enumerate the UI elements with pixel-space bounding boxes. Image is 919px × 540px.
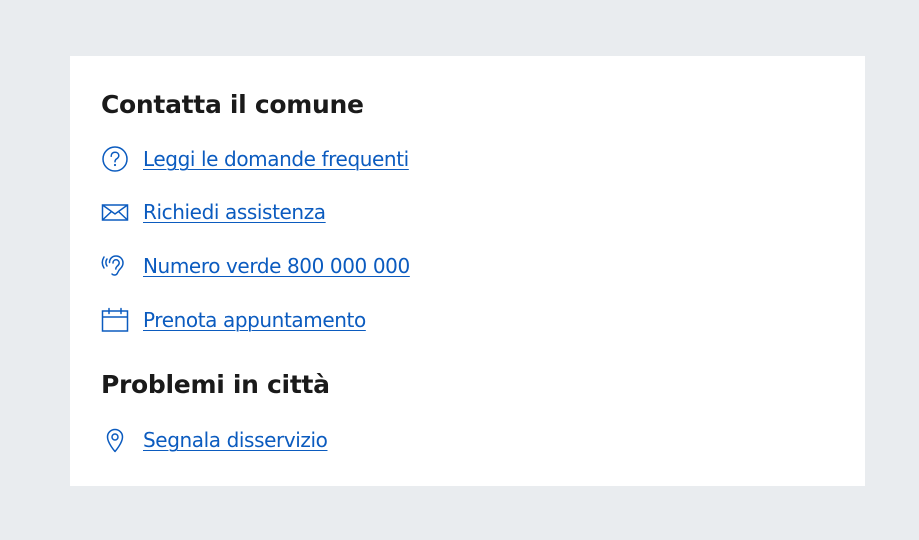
report-issue-link[interactable]: Segnala disservizio: [101, 426, 328, 454]
appointment-link[interactable]: Prenota appuntamento: [101, 306, 366, 334]
toll-free-link[interactable]: Numero verde 800 000 000: [101, 252, 410, 280]
faq-link[interactable]: Leggi le domande frequenti: [101, 145, 409, 173]
assistance-link-label[interactable]: Richiedi assistenza: [143, 200, 326, 224]
help-circle-icon: [101, 145, 129, 173]
assistance-link[interactable]: Richiedi assistenza: [101, 198, 326, 226]
contact-card: Contatta il comune Leggi le domande freq…: [70, 56, 865, 486]
toll-free-link-label[interactable]: Numero verde 800 000 000: [143, 254, 410, 278]
report-issue-link-label[interactable]: Segnala disservizio: [143, 428, 328, 452]
problems-section-title: Problemi in città: [101, 370, 330, 399]
map-marker-icon: [101, 426, 129, 454]
contact-section-title: Contatta il comune: [101, 90, 364, 119]
faq-link-label[interactable]: Leggi le domande frequenti: [143, 147, 409, 171]
appointment-link-label[interactable]: Prenota appuntamento: [143, 308, 366, 332]
mail-icon: [101, 198, 129, 226]
calendar-icon: [101, 306, 129, 334]
hearing-icon: [101, 252, 129, 280]
